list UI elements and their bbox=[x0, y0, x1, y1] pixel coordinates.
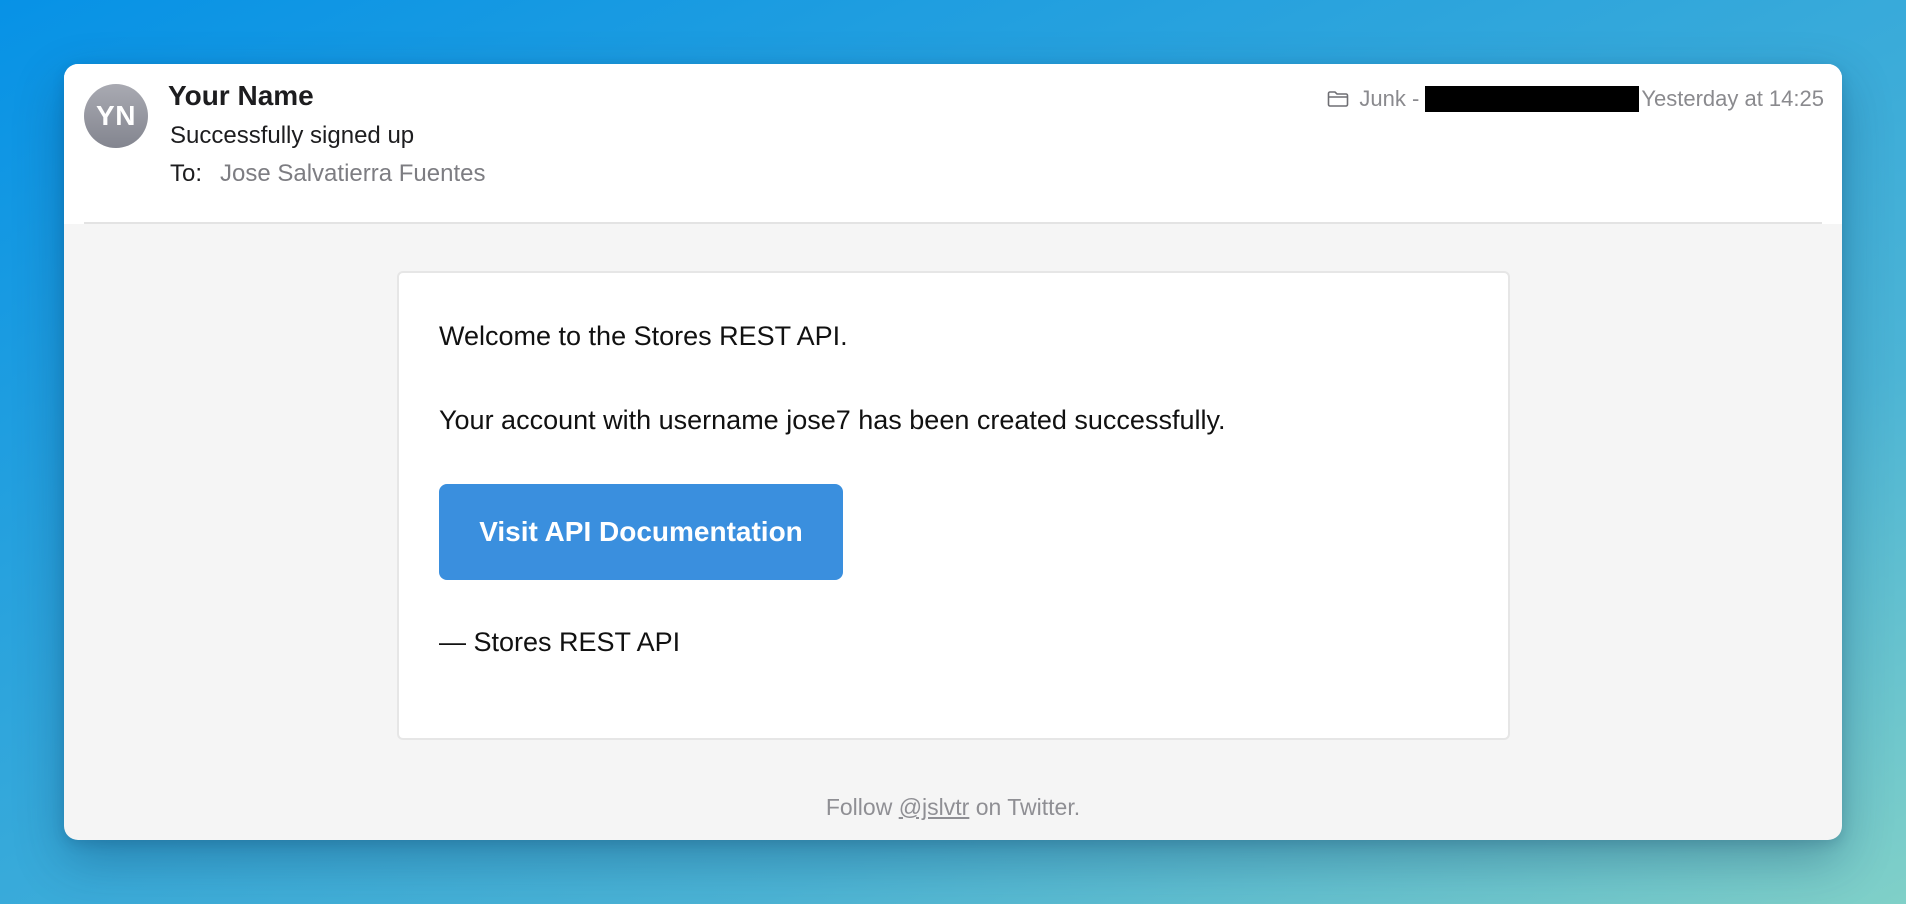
folder-icon bbox=[1328, 91, 1349, 107]
redacted-block bbox=[1425, 86, 1640, 112]
welcome-text: Welcome to the Stores REST API. bbox=[439, 321, 848, 351]
message-timestamp: Yesterday at 14:25 bbox=[1641, 86, 1824, 111]
header-divider bbox=[84, 222, 1822, 224]
email-content-card: Welcome to the Stores REST API. Your acc… bbox=[397, 271, 1510, 740]
sender-avatar: YN bbox=[84, 84, 148, 148]
to-label: To: bbox=[170, 160, 203, 187]
footer-prefix: Follow bbox=[825, 794, 893, 820]
email-footer: Follow @jslvtr on Twitter. bbox=[64, 794, 1842, 821]
twitter-handle-link[interactable]: @jslvtr bbox=[899, 794, 970, 820]
visit-api-documentation-button[interactable]: Visit API Documentation bbox=[439, 484, 843, 580]
recipient-name[interactable]: Jose Salvatierra Fuentes bbox=[220, 160, 485, 188]
message-subject: Successfully signed up bbox=[170, 122, 415, 149]
recipient-row: To: Jose Salvatierra Fuentes bbox=[170, 160, 485, 188]
message-header: YN Your Name Successfully signed up To: … bbox=[64, 64, 1842, 224]
email-signature: — Stores REST API bbox=[439, 627, 681, 657]
sender-name[interactable]: Your Name bbox=[168, 80, 314, 112]
folder-label[interactable]: Junk - bbox=[1359, 86, 1419, 112]
footer-suffix: on Twitter. bbox=[975, 794, 1081, 820]
mail-window: YN Your Name Successfully signed up To: … bbox=[64, 64, 1842, 840]
message-meta: Junk - Yesterday at 14:25 bbox=[1327, 86, 1824, 112]
account-created-text: Your account with username jose7 has bee… bbox=[439, 405, 1226, 435]
